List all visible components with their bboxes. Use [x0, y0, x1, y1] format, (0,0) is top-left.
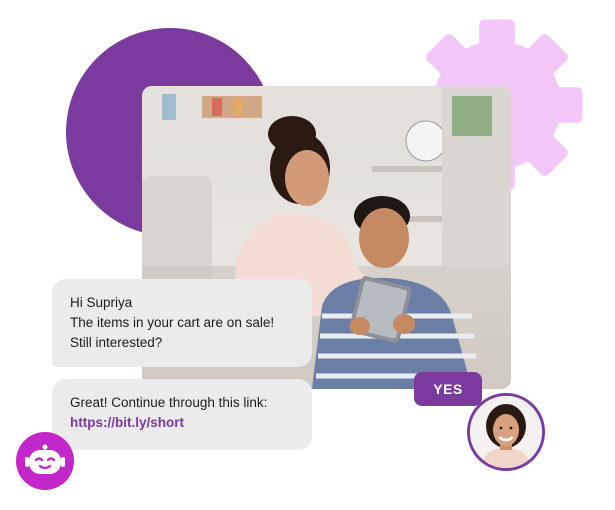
chat-bubble-link-message: Great! Continue through this link: https… — [52, 379, 312, 450]
customer-avatar — [467, 393, 545, 471]
robot-face-icon — [25, 444, 65, 474]
continue-text: Great! Continue through this link: — [70, 395, 268, 410]
greeting-text: Hi Supriya — [70, 295, 133, 310]
chatbot-icon[interactable] — [16, 432, 74, 490]
sale-text: The items in your cart are on sale! — [70, 315, 275, 330]
chat-bubble-sale-message: Hi Supriya The items in your cart are on… — [52, 279, 312, 367]
short-link[interactable]: https://bit.ly/short — [70, 413, 294, 433]
yes-reply-button[interactable]: YES — [414, 372, 482, 406]
question-text: Still interested? — [70, 335, 163, 350]
